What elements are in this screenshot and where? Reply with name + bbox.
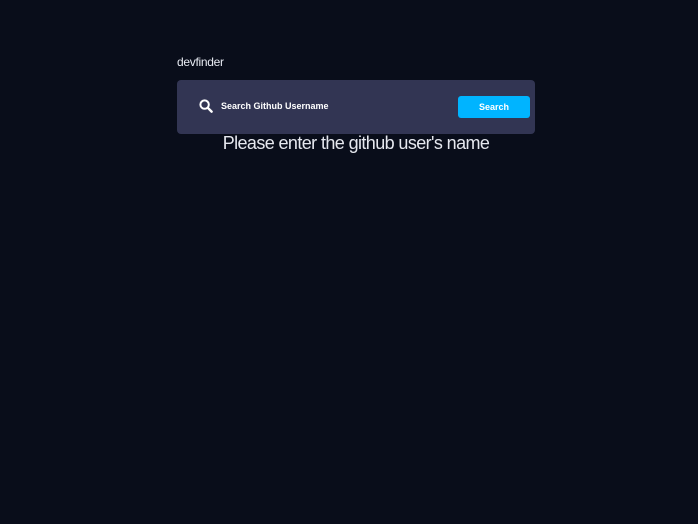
search-icon [199, 99, 213, 113]
search-button[interactable]: Search [458, 96, 530, 118]
search-input[interactable] [221, 97, 446, 115]
app-root: devfinder Search Please enter the github… [0, 0, 698, 524]
search-bar: Search [177, 80, 535, 134]
app-logo: devfinder [177, 55, 224, 69]
empty-state-message: Please enter the github user's name [222, 133, 490, 153]
